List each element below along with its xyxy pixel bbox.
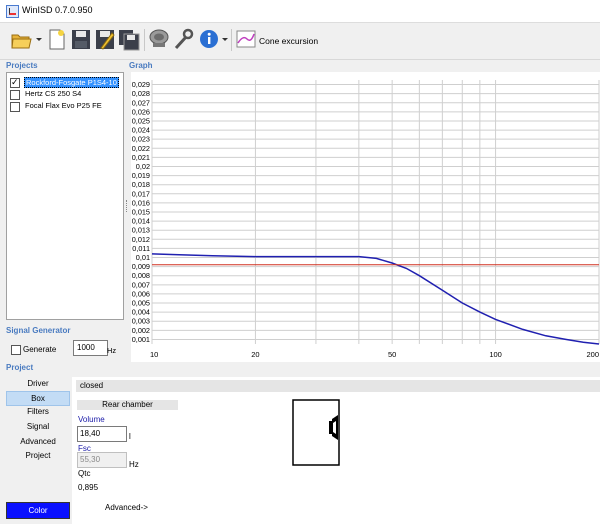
project-checkbox[interactable] xyxy=(10,102,20,112)
fsc-field: 55,30 xyxy=(77,452,127,468)
y-tick-label: 0,008 xyxy=(132,271,150,280)
new-file-icon[interactable] xyxy=(46,27,68,51)
y-tick-label: 0,013 xyxy=(132,226,150,235)
project-name[interactable]: Rockford-Fosgate P1S4-10 xyxy=(24,77,119,88)
project-name[interactable]: Focal Flax Evo P25 FE xyxy=(24,101,103,110)
x-tick-label: 100 xyxy=(489,350,502,359)
toolbar: Cone excursion xyxy=(0,23,600,60)
y-tick-label: 0,026 xyxy=(132,107,150,116)
x-tick-label: 200 xyxy=(586,350,599,359)
volume-input[interactable]: 18,40 xyxy=(77,426,127,442)
project-checkbox[interactable] xyxy=(10,90,20,100)
y-tick-label: 0,028 xyxy=(132,89,150,98)
wrench-tools-icon[interactable] xyxy=(172,27,194,51)
y-tick-label: 0,012 xyxy=(132,235,150,244)
y-tick-label: 0,023 xyxy=(132,135,150,144)
project-nav: Driver Box Filters Signal Advanced Proje… xyxy=(6,375,70,520)
cone-excursion-chart: 0,0290,0280,0270,0260,0250,0240,0230,022… xyxy=(132,80,600,359)
projects-section-label: Projects xyxy=(6,61,38,70)
y-tick-label: 0,011 xyxy=(132,244,150,253)
qtc-value: 0,895 xyxy=(78,483,99,492)
projects-list: Rockford-Fosgate P1S4-10 Hertz CS 250 S4… xyxy=(6,72,124,320)
y-tick-label: 0,004 xyxy=(132,308,150,317)
closed-box-diagram xyxy=(292,399,340,466)
y-tick-label: 0,027 xyxy=(132,98,150,107)
advanced-button[interactable]: Advanced-> xyxy=(105,503,148,512)
toolbar-separator-2 xyxy=(231,29,232,51)
info-dropdown-arrow-icon[interactable] xyxy=(222,38,228,41)
nav-signal[interactable]: Signal xyxy=(6,420,70,433)
qtc-label: Qtc xyxy=(78,469,91,478)
y-tick-label: 0,001 xyxy=(132,335,150,344)
open-dropdown-arrow-icon[interactable] xyxy=(36,38,42,41)
box-type-selector[interactable]: closed xyxy=(76,380,600,392)
graph-area: 0,029 0,028 0,027 0,026 0,025 0,024 0,023 0,022… xyxy=(131,72,600,362)
graph-section-label: Graph xyxy=(129,61,153,70)
project-section-label: Project xyxy=(6,363,34,372)
y-tick-label: 0,017 xyxy=(132,189,150,198)
frequency-unit: Hz xyxy=(107,346,117,355)
x-tick-label: 10 xyxy=(150,350,158,359)
save-icon[interactable] xyxy=(70,27,92,51)
cone-excursion-chart-icon[interactable] xyxy=(235,27,257,51)
nav-filters[interactable]: Filters xyxy=(6,405,70,418)
project-checkbox[interactable] xyxy=(10,77,20,88)
y-tick-label: 0,01 xyxy=(136,253,150,262)
y-tick-label: 0,015 xyxy=(132,208,150,217)
nav-box[interactable]: Box xyxy=(6,391,70,406)
title-bar: WinISD 0.7.0.950 xyxy=(0,0,600,23)
signal-generator-label: Signal Generator xyxy=(6,326,71,335)
fsc-unit: Hz xyxy=(129,460,139,469)
y-tick-label: 0,005 xyxy=(132,299,150,308)
y-tick-label: 0,002 xyxy=(132,326,150,335)
nav-project[interactable]: Project xyxy=(6,449,70,462)
nav-advanced[interactable]: Advanced xyxy=(6,435,70,448)
driver-speaker-icon[interactable] xyxy=(148,27,170,51)
generate-label[interactable]: Generate xyxy=(23,345,56,354)
y-tick-label: 0,006 xyxy=(132,289,150,298)
y-tick-label: 0,021 xyxy=(132,153,150,162)
nav-driver[interactable]: Driver xyxy=(6,377,70,390)
y-tick-label: 0,016 xyxy=(132,198,150,207)
y-tick-label: 0,014 xyxy=(132,217,150,226)
save-all-icon[interactable] xyxy=(118,27,140,51)
y-tick-label: 0,007 xyxy=(132,280,150,289)
save-as-icon[interactable] xyxy=(94,27,116,51)
open-folder-icon[interactable] xyxy=(10,27,32,51)
y-tick-label: 0,009 xyxy=(132,262,150,271)
y-tick-label: 0,025 xyxy=(132,116,150,125)
generate-checkbox[interactable] xyxy=(11,345,21,355)
project-name[interactable]: Hertz CS 250 S4 xyxy=(24,89,82,98)
info-icon[interactable] xyxy=(198,27,220,51)
y-tick-label: 0,02 xyxy=(136,162,150,171)
frequency-input[interactable]: 1000 xyxy=(73,340,108,356)
y-tick-label: 0,003 xyxy=(132,317,150,326)
y-tick-label: 0,018 xyxy=(132,180,150,189)
window-title: WinISD 0.7.0.950 xyxy=(22,5,93,15)
y-tick-label: 0,019 xyxy=(132,171,150,180)
cone-excursion-label[interactable]: Cone excursion xyxy=(259,36,318,46)
y-tick-label: 0,029 xyxy=(132,80,150,89)
panel-splitter[interactable] xyxy=(126,200,129,212)
toolbar-separator xyxy=(144,29,145,51)
app-icon xyxy=(6,5,19,18)
volume-unit: l xyxy=(129,432,131,441)
y-tick-label: 0,022 xyxy=(132,144,150,153)
rear-chamber-header: Rear chamber xyxy=(77,400,178,410)
volume-label: Volume xyxy=(78,415,105,424)
x-tick-label: 50 xyxy=(388,350,396,359)
color-button[interactable]: Color xyxy=(6,502,70,519)
x-tick-label: 20 xyxy=(251,350,259,359)
y-tick-label: 0,024 xyxy=(132,126,150,135)
